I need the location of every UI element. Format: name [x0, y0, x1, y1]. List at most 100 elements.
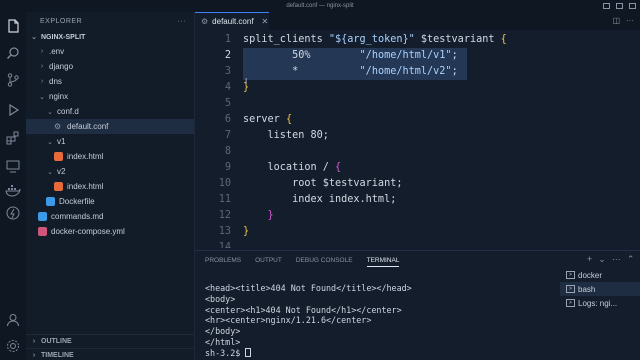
folder-item[interactable]: › dns: [26, 74, 194, 89]
extensions-icon[interactable]: [5, 130, 21, 146]
timeline-section[interactable]: › TIMELINE: [26, 348, 194, 360]
line-number: 6: [224, 114, 231, 125]
folder-item[interactable]: › .env: [26, 44, 194, 59]
code-token: root $testvariant;: [243, 178, 403, 189]
file-item[interactable]: ⚙ default.conf: [26, 119, 194, 134]
code-token: split_clients: [243, 34, 329, 45]
code-line: 7 listen 80;: [195, 128, 640, 144]
terminal-list: > docker > bash > Logs: ngi...: [560, 268, 640, 310]
mouse-cursor-icon: I: [245, 77, 248, 86]
new-terminal-icon[interactable]: +: [587, 254, 592, 265]
gear-icon: ⚙: [54, 122, 62, 131]
workspace-root[interactable]: ⌄ NGINX-SPLIT: [26, 30, 194, 44]
search-icon[interactable]: [5, 45, 21, 61]
line-number: 7: [224, 130, 231, 141]
code-text: split_clients "${arg_token}" $testvarian…: [243, 32, 507, 48]
line-number: 14: [218, 242, 231, 248]
code-editor[interactable]: 1 split_clients "${arg_token}" $testvaria…: [195, 30, 640, 248]
split-editor-icon[interactable]: ◫: [612, 16, 620, 25]
terminal-instance[interactable]: > Logs: ngi...: [560, 296, 640, 310]
code-line: 12 }: [195, 208, 640, 224]
source-control-icon[interactable]: [5, 72, 21, 88]
code-text: root $testvariant;: [243, 176, 402, 192]
code-text: * "/home/html/v2";: [243, 64, 458, 80]
file-item[interactable]: index.html: [26, 179, 194, 194]
explorer-header: EXPLORER ···: [26, 12, 194, 30]
layout-controls: [603, 0, 636, 9]
terminal-line: </body>: [205, 326, 241, 337]
file-label: v2: [57, 167, 66, 176]
panel-tab[interactable]: PROBLEMS: [205, 257, 241, 267]
file-label: django: [49, 62, 74, 71]
terminal-instance[interactable]: > bash: [560, 282, 640, 296]
toggle-secondary-sidebar-icon[interactable]: [629, 3, 636, 9]
file-label: commands.md: [51, 212, 104, 221]
folder-item[interactable]: › django: [26, 59, 194, 74]
file-label: v1: [57, 137, 66, 146]
code-text: }: [243, 208, 274, 224]
folder-item[interactable]: ⌄ v2: [26, 164, 194, 179]
line-number: 13: [218, 226, 231, 237]
more-actions-icon[interactable]: ···: [612, 254, 621, 265]
chevron-down-icon: ⌄: [47, 108, 53, 116]
line-number: 11: [218, 194, 231, 205]
remote-explorer-icon[interactable]: [5, 158, 21, 174]
file-label: default.conf: [67, 122, 109, 131]
explorer-icon[interactable]: [5, 18, 21, 34]
html-icon: [54, 152, 63, 161]
code-token: index index.html;: [243, 194, 397, 205]
close-icon[interactable]: ✕: [262, 17, 269, 26]
outline-section[interactable]: › OUTLINE: [26, 334, 194, 348]
run-debug-icon[interactable]: [5, 102, 21, 118]
tab-default-conf[interactable]: ⚙ default.conf ✕: [195, 12, 269, 30]
panel-tab[interactable]: OUTPUT: [255, 257, 282, 267]
outline-label: OUTLINE: [41, 338, 72, 345]
terminal-label: bash: [578, 284, 596, 294]
toggle-sidebar-icon[interactable]: [603, 3, 610, 9]
more-actions-icon[interactable]: ···: [626, 16, 634, 25]
file-item[interactable]: docker-compose.yml: [26, 224, 194, 239]
file-item[interactable]: index.html: [26, 149, 194, 164]
code-line: 3 * "/home/html/v2";: [195, 64, 640, 80]
folder-item[interactable]: ⌄ conf.d: [26, 104, 194, 119]
manage-gear-icon[interactable]: [5, 338, 21, 354]
line-number: 8: [224, 146, 231, 157]
toggle-panel-icon[interactable]: [616, 3, 623, 9]
workspace-root-label: NGINX-SPLIT: [41, 33, 86, 41]
folder-item[interactable]: ⌄ v1: [26, 134, 194, 149]
terminal-icon: >: [566, 299, 575, 307]
title-bar: default.conf — nginx-split: [0, 0, 640, 12]
maximize-panel-icon[interactable]: ⌃: [627, 254, 635, 265]
file-label: index.html: [67, 152, 104, 161]
docker-icon: [46, 197, 55, 206]
code-token: "/home/html/v2": [359, 66, 452, 77]
code-line: 2 50% "/home/html/v1";: [195, 48, 640, 64]
chevron-right-icon: ›: [32, 338, 36, 345]
explorer-title: EXPLORER: [40, 17, 83, 25]
file-item[interactable]: commands.md: [26, 209, 194, 224]
file-item[interactable]: Dockerfile: [26, 194, 194, 209]
code-line: 6 server {: [195, 112, 640, 128]
panel-tab[interactable]: TERMINAL: [366, 257, 400, 267]
file-label: conf.d: [57, 107, 79, 116]
gear-icon: ⚙: [201, 17, 209, 26]
window-title: default.conf — nginx-split: [286, 3, 354, 9]
panel-actions: + ⌄ ··· ⌃ ✕: [587, 254, 640, 265]
line-number: 9: [224, 162, 231, 173]
code-text: server {: [243, 112, 292, 128]
docker-icon[interactable]: [5, 182, 21, 198]
code-line: 4}: [195, 80, 640, 96]
panel-tab[interactable]: DEBUG CONSOLE: [296, 257, 353, 267]
thunder-client-icon[interactable]: [5, 205, 21, 221]
chevron-down-icon[interactable]: ⌄: [598, 254, 606, 265]
explorer-more-icon[interactable]: ···: [178, 18, 187, 25]
chevron-down-icon: ⌄: [31, 34, 37, 41]
terminal-output[interactable]: <head><title>404 Not Found</title></head…: [205, 283, 555, 359]
code-token: location /: [243, 162, 336, 173]
terminal-instance[interactable]: > docker: [560, 268, 640, 282]
terminal-icon: >: [566, 271, 575, 279]
terminal-label: Logs: ngi...: [578, 298, 618, 308]
folder-item[interactable]: ⌄ nginx: [26, 89, 194, 104]
code-text: location / {: [243, 160, 342, 176]
account-icon[interactable]: [5, 312, 21, 328]
